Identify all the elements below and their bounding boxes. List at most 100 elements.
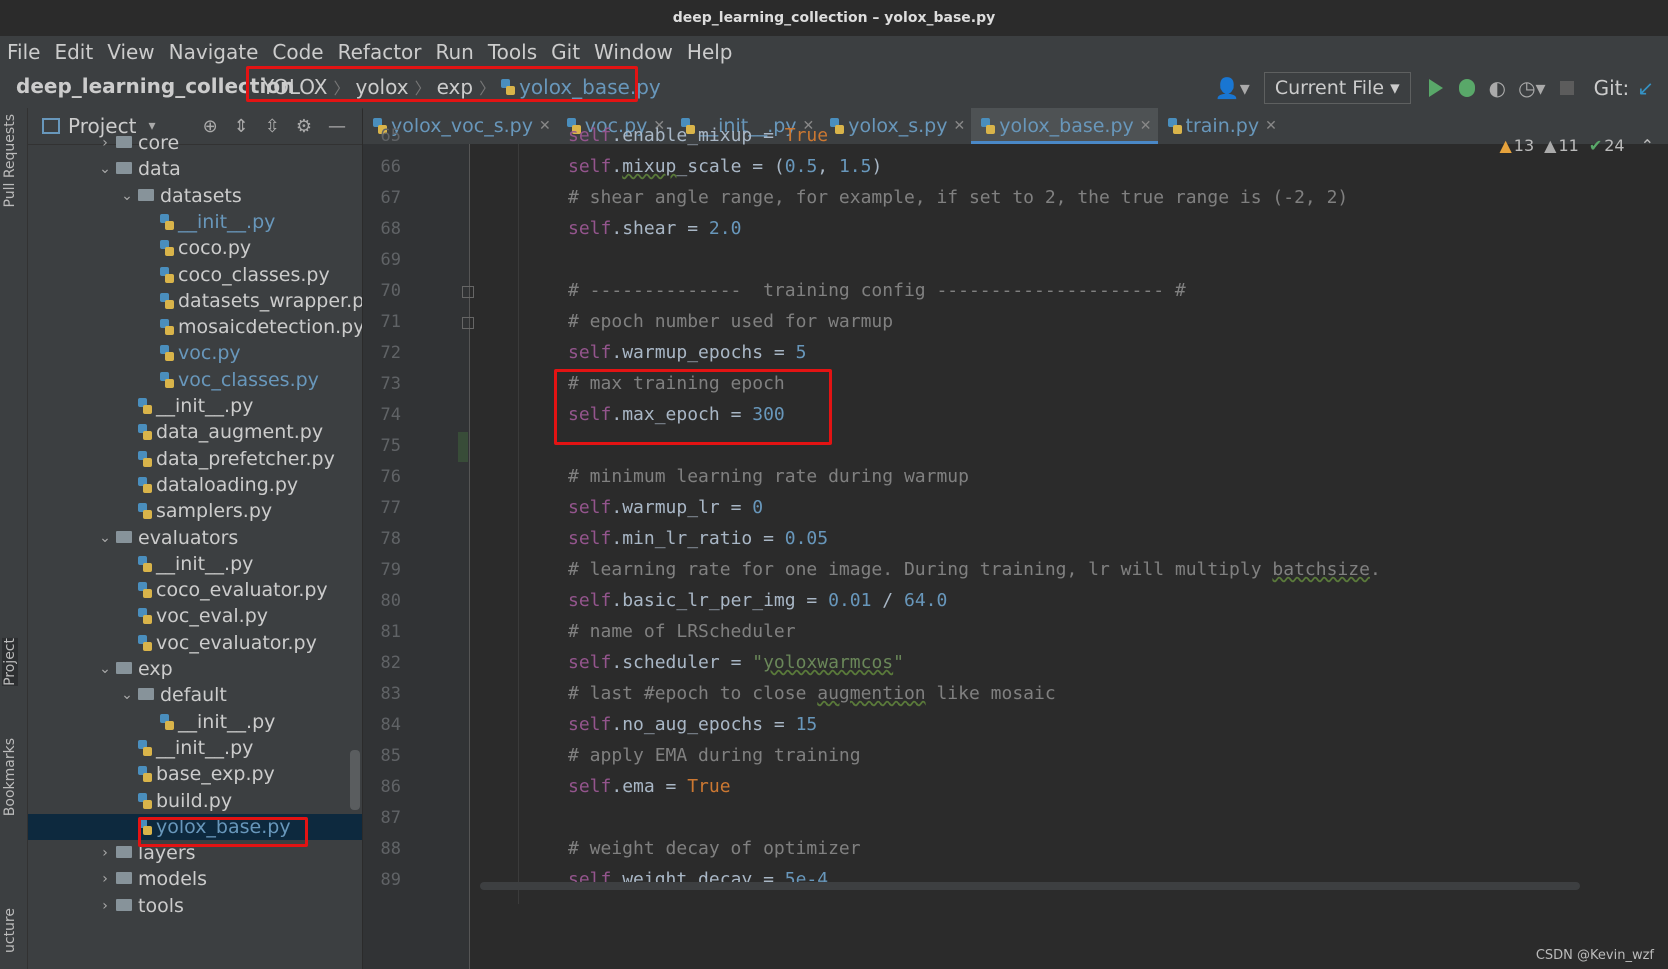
code-line[interactable]: self.enable_mixup = True xyxy=(568,125,828,146)
code-line[interactable]: self.shear = 2.0 xyxy=(568,218,741,239)
menu-item-edit[interactable]: Edit xyxy=(47,40,100,64)
code-line[interactable]: self.basic_lr_per_img = 0.01 / 64.0 xyxy=(568,590,947,611)
breadcrumb-item-current-file[interactable]: yolox_base.py xyxy=(519,75,661,99)
git-update-icon[interactable]: ↙ xyxy=(1637,76,1654,100)
tree-file[interactable]: yolox_base.py xyxy=(28,813,362,840)
profile-icon[interactable]: ◷▾ xyxy=(1518,76,1546,100)
tree-file[interactable]: data_augment.py xyxy=(28,419,362,445)
close-icon[interactable]: ✕ xyxy=(1265,118,1277,134)
code-line[interactable]: # learning rate for one image. During tr… xyxy=(568,559,1381,580)
tree-folder[interactable]: › core xyxy=(28,130,362,156)
tree-file[interactable]: __init__.py xyxy=(28,709,362,735)
code-line[interactable]: # weight decay of optimizer xyxy=(568,838,861,859)
tree-file[interactable]: mosaicdetection.py xyxy=(28,314,362,340)
tree-file[interactable]: base_exp.py xyxy=(28,761,362,787)
chevron-down-icon[interactable]: ⌄ xyxy=(98,530,112,546)
tree-file[interactable]: datasets_wrapper.py xyxy=(28,288,362,314)
chevron-down-icon[interactable]: ⌄ xyxy=(120,188,134,204)
tree-scrollbar[interactable] xyxy=(350,750,360,810)
menu-item-view[interactable]: View xyxy=(100,40,161,64)
tree-folder[interactable]: ⌄ default xyxy=(28,682,362,708)
tree-file[interactable]: samplers.py xyxy=(28,498,362,524)
tree-file[interactable]: build.py xyxy=(28,788,362,814)
fold-marker-icon[interactable] xyxy=(462,317,474,329)
chevron-right-icon[interactable]: › xyxy=(98,845,112,861)
tree-folder[interactable]: › layers xyxy=(28,840,362,866)
coverage-icon[interactable]: ◐ xyxy=(1489,76,1506,100)
tree-folder[interactable]: ⌄ data xyxy=(28,156,362,182)
fold-marker-icon[interactable] xyxy=(462,286,474,298)
tree-file[interactable]: coco_evaluator.py xyxy=(28,577,362,603)
close-icon[interactable]: ✕ xyxy=(953,118,965,134)
tree-file[interactable]: __init__.py xyxy=(28,551,362,577)
tree-file[interactable]: __init__.py xyxy=(28,393,362,419)
code-line[interactable]: self.ema = True xyxy=(568,776,731,797)
code-line[interactable]: self.warmup_epochs = 5 xyxy=(568,342,806,363)
tree-folder[interactable]: ⌄ evaluators xyxy=(28,525,362,551)
code-line[interactable]: self.min_lr_ratio = 0.05 xyxy=(568,528,828,549)
tree-folder[interactable]: › models xyxy=(28,866,362,892)
stop-icon[interactable] xyxy=(1559,81,1574,95)
close-icon[interactable]: ✕ xyxy=(1140,118,1152,134)
menu-item-help[interactable]: Help xyxy=(680,40,740,64)
code-line[interactable]: # last #epoch to close augmention like m… xyxy=(568,683,1056,704)
tree-file[interactable]: coco_classes.py xyxy=(28,262,362,288)
tree-file[interactable]: voc_eval.py xyxy=(28,603,362,629)
code-line[interactable]: self.max_epoch = 300 xyxy=(568,404,785,425)
bookmarks-tool-button[interactable]: Bookmarks xyxy=(2,738,18,816)
code-line[interactable]: self.mixup_scale = (0.5, 1.5) xyxy=(568,156,882,177)
tree-file[interactable]: voc_evaluator.py xyxy=(28,630,362,656)
tree-folder[interactable]: ⌄ exp xyxy=(28,656,362,682)
structure-tool-button[interactable]: ucture xyxy=(2,908,18,953)
tree-file[interactable]: coco.py xyxy=(28,235,362,261)
code-line[interactable]: self.no_aug_epochs = 15 xyxy=(568,714,817,735)
breadcrumb-item-yolox-root[interactable]: YOLOX xyxy=(262,75,327,99)
pull-requests-tool-button[interactable]: Pull Requests xyxy=(2,114,18,207)
code-line[interactable]: # apply EMA during training xyxy=(568,745,861,766)
chevron-right-icon[interactable]: › xyxy=(98,898,112,914)
menu-item-git[interactable]: Git xyxy=(544,40,587,64)
code-line[interactable]: # name of LRScheduler xyxy=(568,621,796,642)
editor-horizontal-scrollbar[interactable] xyxy=(480,882,1580,890)
user-icon[interactable]: 👤▾ xyxy=(1215,76,1250,100)
breadcrumb-item-exp[interactable]: exp xyxy=(437,75,473,99)
chevron-right-icon[interactable]: › xyxy=(98,871,112,887)
menu-item-run[interactable]: Run xyxy=(429,40,481,64)
menu-item-tools[interactable]: Tools xyxy=(481,40,544,64)
code-line[interactable]: # max training epoch xyxy=(568,373,785,394)
breadcrumb-root[interactable]: deep_learning_collection xyxy=(16,74,294,98)
tree-file[interactable]: data_prefetcher.py xyxy=(28,446,362,472)
menu-item-file[interactable]: File xyxy=(0,40,47,64)
code-line[interactable]: self.warmup_lr = 0 xyxy=(568,497,763,518)
tree-file[interactable]: __init__.py xyxy=(28,735,362,761)
editor-tab[interactable]: yolox_s.py ✕ xyxy=(820,108,971,144)
chevron-right-icon[interactable]: › xyxy=(98,135,112,151)
menu-item-navigate[interactable]: Navigate xyxy=(162,40,266,64)
tree-file[interactable]: dataloading.py xyxy=(28,472,362,498)
menu-item-window[interactable]: Window xyxy=(587,40,680,64)
tree-folder[interactable]: ⌄ datasets xyxy=(28,183,362,209)
chevron-up-icon[interactable]: ⌃ xyxy=(1641,136,1654,155)
project-tool-button[interactable]: Project xyxy=(2,638,18,686)
code-line[interactable]: # shear angle range, for example, if set… xyxy=(568,187,1348,208)
editor-tab[interactable]: train.py ✕ xyxy=(1158,108,1283,144)
menu-item-refactor[interactable]: Refactor xyxy=(331,40,429,64)
chevron-down-icon[interactable]: ⌄ xyxy=(120,687,134,703)
tree-file[interactable]: __init__.py xyxy=(28,209,362,235)
run-icon[interactable] xyxy=(1428,79,1443,97)
menu-item-code[interactable]: Code xyxy=(265,40,330,64)
inspection-widget[interactable]: ▲ 13 ▲ 11 ✔ 24 ⌃ xyxy=(1489,136,1654,155)
chevron-down-icon[interactable]: ⌄ xyxy=(98,161,112,177)
tree-folder[interactable]: › tools xyxy=(28,893,362,919)
code-line[interactable]: # -------------- training config -------… xyxy=(568,280,1186,301)
breadcrumb-item-yolox[interactable]: yolox xyxy=(355,75,408,99)
close-icon[interactable]: ✕ xyxy=(539,118,551,134)
tree-file[interactable]: voc.py xyxy=(28,340,362,366)
code-line[interactable]: # minimum learning rate during warmup xyxy=(568,466,969,487)
code-line[interactable]: self.scheduler = "yoloxwarmcos" xyxy=(568,652,904,673)
code-line[interactable]: # epoch number used for warmup xyxy=(568,311,893,332)
vcs-change-marker[interactable] xyxy=(458,432,468,462)
run-configuration-dropdown[interactable]: Current File ▾ xyxy=(1263,72,1411,104)
debug-icon[interactable] xyxy=(1458,79,1475,97)
tree-file[interactable]: voc_classes.py xyxy=(28,367,362,393)
